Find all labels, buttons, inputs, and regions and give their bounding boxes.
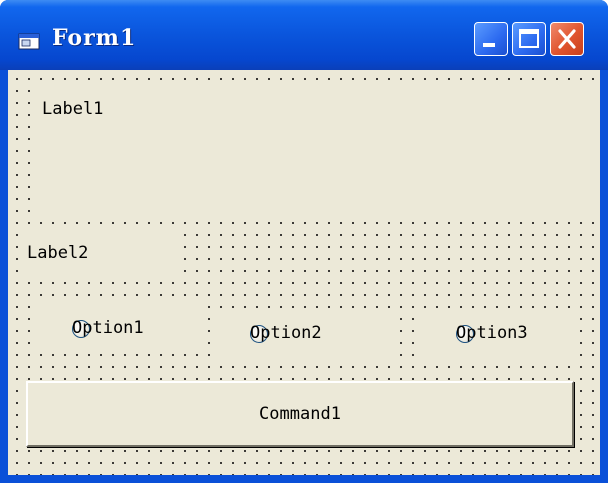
maximize-icon [519,29,539,48]
option2[interactable]: Option2 [214,310,394,358]
form-window: Form1 Label1 Label2 Option1 Option2 Opti… [0,0,608,483]
label1-text: Label1 [42,99,104,119]
close-button[interactable] [550,22,584,56]
label2-text: Label2 [27,243,89,263]
label1[interactable]: Label1 [32,89,600,214]
maximize-button[interactable] [512,22,546,56]
option3[interactable]: Option3 [420,310,580,358]
form-icon [18,33,40,50]
option1[interactable]: Option1 [36,305,200,353]
label2[interactable]: Label2 [24,230,178,280]
minimize-icon [483,43,495,47]
option3-label: Option3 [456,323,528,343]
window-title: Form1 [52,25,137,51]
minimize-button[interactable] [474,22,508,56]
option1-label: Option1 [72,318,144,338]
close-icon [558,29,576,49]
window-bottom-border [0,475,608,483]
title-bar[interactable]: Form1 [0,0,608,70]
command1-button[interactable]: Command1 [26,381,574,447]
option2-label: Option2 [250,323,322,343]
